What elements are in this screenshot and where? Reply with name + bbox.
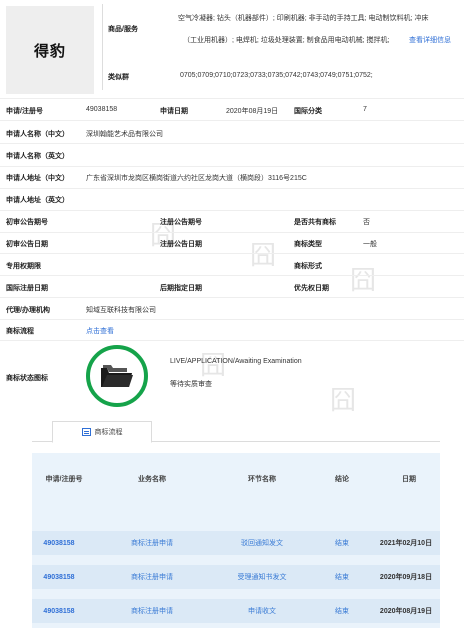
tm-type-value: 一般 — [363, 241, 377, 248]
row-result: 结束 — [335, 574, 349, 581]
list-icon — [81, 428, 91, 436]
applicant-cn-label: 申请人名称（中文） — [6, 131, 69, 138]
row-divider — [0, 98, 464, 99]
row-date: 2020年09月18日 — [379, 574, 433, 581]
watermark-mark: 囧 — [330, 386, 357, 416]
row-divider — [0, 275, 464, 276]
priority-label: 优先权日期 — [294, 285, 329, 292]
applicant-cn-value: 深圳翰能艺术品有限公司 — [86, 131, 163, 138]
tab-trademark-flow[interactable]: 商标流程 — [52, 421, 152, 443]
status-badge — [86, 345, 148, 407]
tm-type-label: 商标类型 — [294, 241, 322, 248]
status-icon-label: 商标状态图标 — [6, 375, 48, 382]
similar-group-label: 类似群 — [108, 74, 129, 81]
reg-no-value: 49038158 — [86, 106, 118, 113]
row-divider — [0, 253, 464, 254]
row-divider — [0, 232, 464, 233]
row-reg-no: 49038158 — [43, 607, 75, 615]
row-divider — [0, 143, 464, 144]
trademark-logo-text: 得豹 — [33, 41, 66, 60]
column-header-result: 结论 — [335, 476, 349, 483]
row-step: 受理通知书发文 — [237, 574, 287, 581]
row-business: 商标注册申请 — [131, 540, 173, 547]
row-business: 商标注册申请 — [131, 574, 173, 581]
shared-label: 是否共有商标 — [294, 219, 336, 226]
prelim-no-label: 初审公告期号 — [6, 219, 48, 226]
column-header-business: 业务名称 — [138, 476, 166, 483]
address-cn-value: 广东省深圳市龙岗区横岗街道六约社区龙岗大道（横岗段）3116号215C — [86, 175, 307, 182]
table-row: 49038158 商标注册申请 申请收文 结束 2020年08月19日 — [32, 599, 440, 623]
flow-tabbar: 商标流程 — [32, 421, 440, 443]
intl-class-value: 7 — [363, 106, 367, 113]
column-header-reg-no: 申请/注册号 — [45, 476, 83, 483]
column-header-step: 环节名称 — [248, 476, 276, 483]
watermark-mark: 囧 — [350, 266, 377, 296]
row-reg-no: 49038158 — [43, 539, 75, 547]
status-english: LIVE/APPLICATION/Awaiting Examination — [170, 358, 302, 365]
flow-table: 申请/注册号 业务名称 环节名称 结论 日期 49038158 商标注册申请 驳… — [32, 453, 440, 628]
goods-label: 商品/服务 — [108, 26, 138, 33]
reg-pub-date-label: 注册公告日期 — [160, 241, 202, 248]
row-divider — [0, 297, 464, 298]
prelim-date-label: 初审公告日期 — [6, 241, 48, 248]
row-date: 2020年08月19日 — [379, 608, 433, 615]
column-header-date: 日期 — [402, 476, 416, 483]
reg-pub-no-label: 注册公告期号 — [160, 219, 202, 226]
status-chinese: 等待实质审查 — [170, 381, 212, 388]
tm-form-label: 商标形式 — [294, 263, 322, 270]
row-step: 申请收文 — [248, 608, 276, 615]
row-date: 2021年02月10日 — [379, 540, 433, 547]
flow-label: 商标流程 — [6, 328, 34, 335]
divider — [102, 4, 103, 90]
exclusive-label: 专用权期限 — [6, 263, 41, 270]
similar-group-value: 0705;0709;0710;0723;0733;0735;0742;0743;… — [180, 72, 373, 79]
row-step: 驳回通知发文 — [241, 540, 283, 547]
row-reg-no: 49038158 — [43, 573, 75, 581]
view-details-link[interactable]: 查看详细信息 — [409, 35, 451, 45]
row-divider — [0, 340, 464, 341]
shared-value: 否 — [363, 219, 370, 226]
apply-date-value: 2020年08月19日 — [226, 108, 279, 115]
trademark-image: 得豹 — [6, 6, 94, 94]
row-divider — [0, 188, 464, 189]
flow-view-link[interactable]: 点击查看 — [86, 326, 114, 336]
address-en-label: 申请人地址（英文） — [6, 197, 69, 204]
reg-no-label: 申请/注册号 — [6, 108, 43, 115]
goods-line-2: （工业用机器）; 电焊机; 垃圾处理装置; 制食品用电动机械; 搅拌机; — [183, 37, 390, 44]
agent-label: 代理/办理机构 — [6, 307, 50, 314]
goods-line-1: 空气冷凝器; 钻头（机器部件）; 印刷机器; 非手动的手持工具; 电动制饮料机;… — [178, 15, 429, 22]
later-date-label: 后期指定日期 — [160, 285, 202, 292]
row-divider — [0, 210, 464, 211]
tab-label: 商标流程 — [94, 429, 123, 436]
table-row: 49038158 商标注册申请 受理通知书发文 结束 2020年09月18日 — [32, 565, 440, 589]
address-cn-label: 申请人地址（中文） — [6, 175, 69, 182]
folder-icon — [101, 365, 133, 387]
apply-date-label: 申请日期 — [160, 108, 188, 115]
row-divider — [0, 319, 464, 320]
applicant-en-label: 申请人名称（英文） — [6, 153, 69, 160]
row-divider — [0, 120, 464, 121]
row-result: 结束 — [335, 608, 349, 615]
row-result: 结束 — [335, 540, 349, 547]
table-row: 49038158 商标注册申请 驳回通知发文 结束 2021年02月10日 — [32, 531, 440, 555]
row-business: 商标注册申请 — [131, 608, 173, 615]
agent-value: 知域互联科技有限公司 — [86, 307, 156, 314]
intl-class-label: 国际分类 — [294, 108, 322, 115]
intl-reg-date-label: 国际注册日期 — [6, 285, 48, 292]
row-divider — [0, 166, 464, 167]
